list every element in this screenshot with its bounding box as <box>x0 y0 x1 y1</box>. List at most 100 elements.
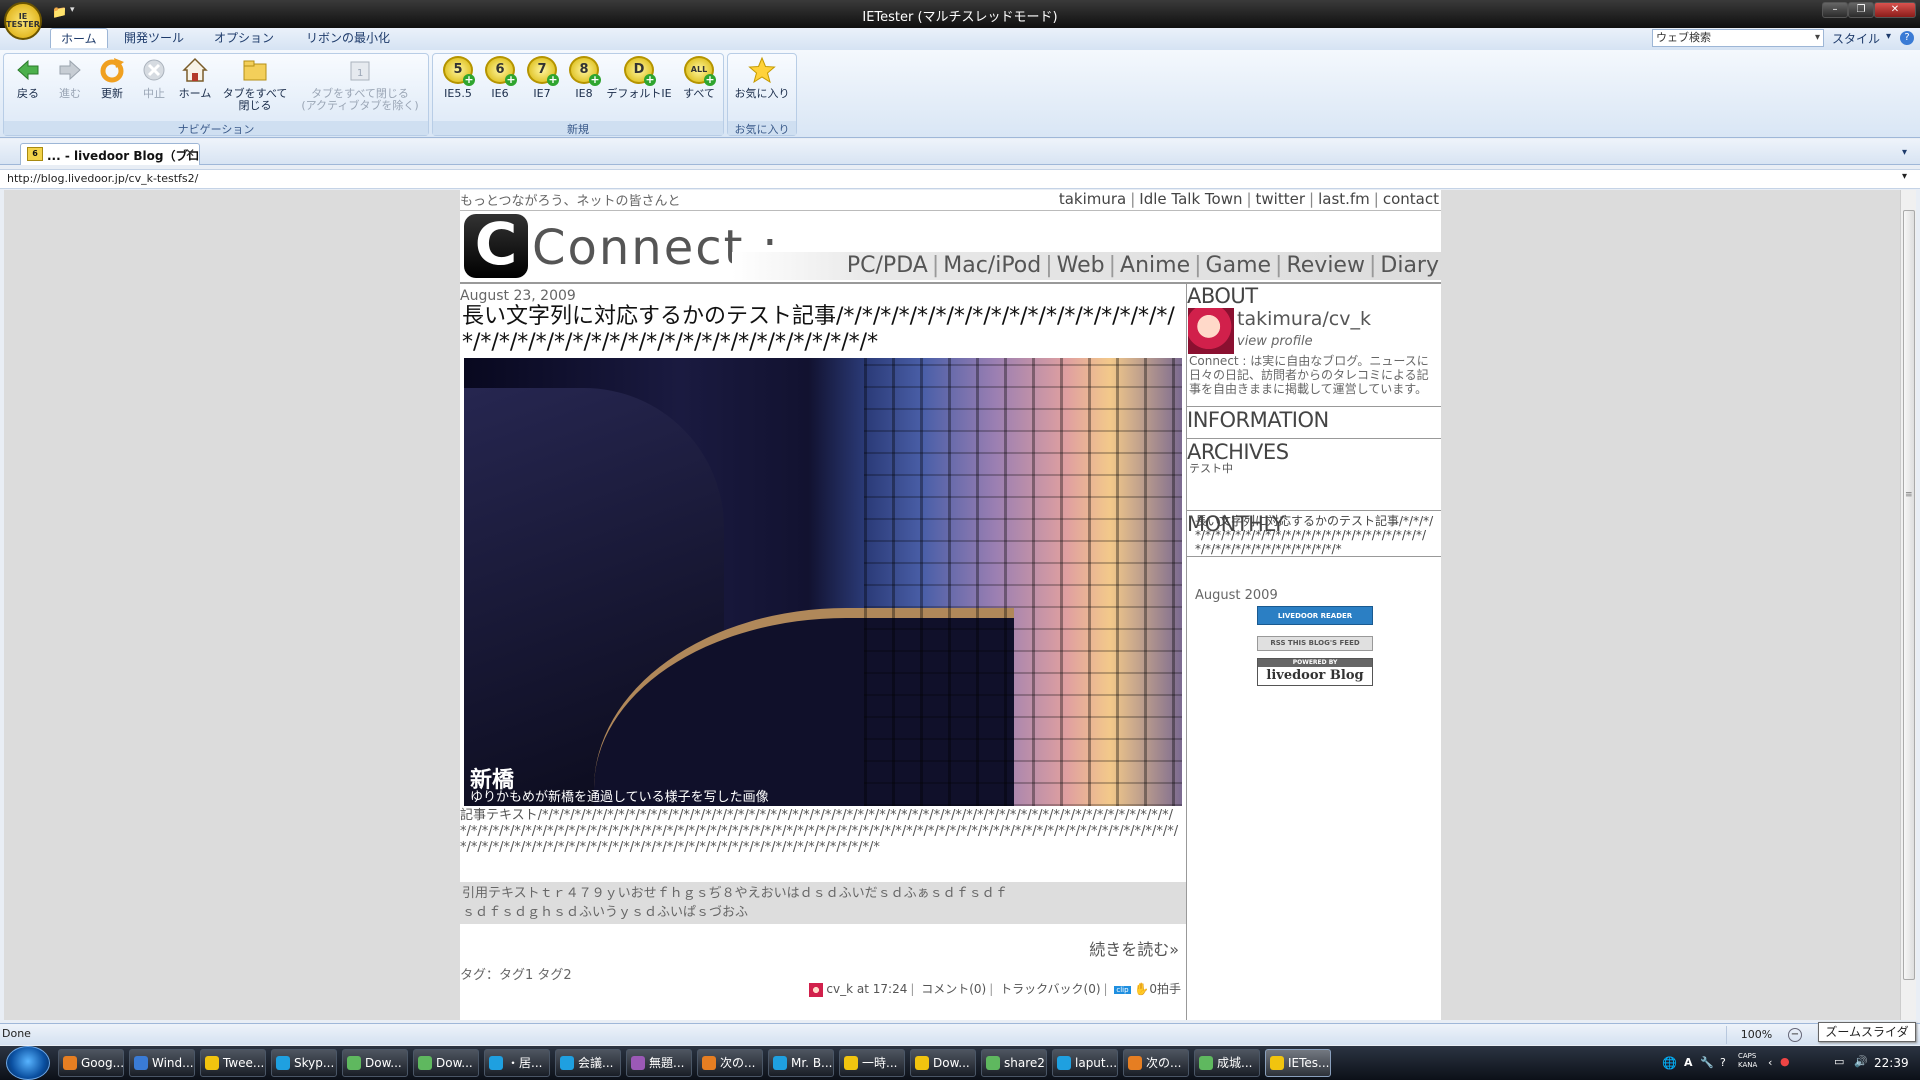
close-inactive-tabs-button[interactable]: 1 タブをすべて閉じる (アクティブタブを除く) <box>294 56 426 112</box>
blog-logo-icon[interactable]: C <box>464 214 528 278</box>
zoom-level[interactable]: 100% <box>1726 1026 1786 1044</box>
favorites-button[interactable]: お気に入り <box>730 56 794 100</box>
post-body: 記事テキスト/*/*/*/*/*/*/*/*/*/*/*/*/*/*/*/*/*… <box>460 808 1179 855</box>
category-anime[interactable]: Anime <box>1120 253 1190 278</box>
stop-button[interactable]: 中止 <box>136 56 172 100</box>
post-title[interactable]: 長い文字列に対応するかのテスト記事/*/*/*/*/*/*/*/*/*/*/*/… <box>462 304 1182 356</box>
tray-expand-icon[interactable]: ‹ <box>1768 1056 1772 1069</box>
scrollbar-thumb[interactable] <box>1903 210 1915 980</box>
taskbar-item[interactable]: Dow... <box>413 1049 479 1077</box>
clip-button[interactable]: clip <box>1114 985 1131 994</box>
volume-icon[interactable]: 🔊 <box>1854 1055 1868 1068</box>
qat-dropdown-icon[interactable]: ▾ <box>70 5 88 21</box>
document-tab[interactable]: 6 ... - livedoor Blog（ブロ... ✕ <box>20 143 200 165</box>
style-menu[interactable]: スタイル <box>1832 30 1880 47</box>
new-ie6-button[interactable]: 6IE6 <box>482 56 518 100</box>
taskbar-item[interactable]: Dow... <box>342 1049 408 1077</box>
taskbar-item[interactable]: ・居... <box>484 1049 550 1077</box>
forward-button[interactable]: 進む <box>52 56 88 100</box>
close-window-button[interactable]: ✕ <box>1874 2 1916 18</box>
read-more-link[interactable]: 続きを読む» <box>1089 936 1179 960</box>
taskbar-item[interactable]: Wind... <box>129 1049 195 1077</box>
close-all-tabs-button[interactable]: タブをすべて 閉じる <box>218 56 292 112</box>
tab-list-dropdown-icon[interactable]: ▾ <box>1902 147 1907 158</box>
post-image[interactable]: 新橋 ゆりかもめが新橋を通過している様子を写した画像 <box>464 358 1182 806</box>
new-ie7-button[interactable]: 7IE7 <box>524 56 560 100</box>
maximize-button[interactable]: ❐ <box>1848 2 1874 18</box>
taskbar-item[interactable]: 成城... <box>1194 1049 1260 1077</box>
taskbar-item[interactable]: 無題... <box>626 1049 692 1077</box>
zoom-out-icon[interactable]: − <box>1788 1028 1802 1042</box>
new-default-ie-button[interactable]: DデフォルトIE <box>604 56 674 100</box>
taskbar-item[interactable]: IETes... <box>1265 1049 1331 1077</box>
top-link-twitter[interactable]: twitter <box>1256 190 1305 208</box>
style-dropdown-icon[interactable]: ▾ <box>1886 31 1891 42</box>
ime-tool-icon[interactable]: 🔧 <box>1700 1056 1714 1069</box>
rss-feed-badge[interactable]: RSS THIS BLOG'S FEED <box>1257 636 1373 651</box>
category-pc-pda[interactable]: PC/PDA <box>847 253 928 278</box>
top-link-contact[interactable]: contact <box>1383 190 1439 208</box>
tab-dev-tools[interactable]: 開発ツール <box>114 28 194 48</box>
app-menu-button[interactable]: IE TESTER <box>4 2 42 40</box>
start-button[interactable] <box>6 1046 50 1080</box>
favorites-label: お気に入り <box>734 87 790 100</box>
vertical-scrollbar[interactable]: ≡ <box>1900 190 1916 1020</box>
taskbar-item[interactable]: share2 <box>981 1049 1047 1077</box>
taskbar-item[interactable]: 会議... <box>555 1049 621 1077</box>
close-tab-icon[interactable]: ✕ <box>185 146 195 160</box>
category-game[interactable]: Game <box>1206 253 1272 278</box>
back-button[interactable]: 戻る <box>10 56 46 100</box>
new-ie8-button[interactable]: 8IE8 <box>566 56 602 100</box>
tray-network-icon[interactable]: 🌐 <box>1662 1056 1677 1070</box>
tray-security-icon[interactable]: ● <box>1780 1055 1790 1068</box>
tray-network-status-icon[interactable]: ▭ <box>1834 1055 1844 1068</box>
ime-a-icon[interactable]: A <box>1684 1056 1693 1069</box>
tab-minimize-ribbon[interactable]: リボンの最小化 <box>296 28 400 48</box>
new-all-button[interactable]: ALLすべて <box>678 56 720 100</box>
post-tags[interactable]: タグ：タグ1 タグ2 <box>460 964 572 983</box>
refresh-button[interactable]: 更新 <box>94 56 130 100</box>
new-ie55-button[interactable]: 5IE5.5 <box>440 56 476 100</box>
taskbar-item[interactable]: Twee... <box>200 1049 266 1077</box>
address-dropdown-icon[interactable]: ▾ <box>1902 171 1907 182</box>
taskbar-item[interactable]: 次の... <box>697 1049 763 1077</box>
star-icon <box>748 56 776 84</box>
top-link-takimura[interactable]: takimura <box>1059 190 1126 208</box>
taskbar-item[interactable]: Mr. B... <box>768 1049 834 1077</box>
category-diary[interactable]: Diary <box>1380 253 1439 278</box>
trackbacks-link[interactable]: トラックバック(0) <box>1000 982 1100 996</box>
tab-home[interactable]: ホーム <box>50 28 108 48</box>
top-link-lastfm[interactable]: last.fm <box>1318 190 1370 208</box>
ime-help-icon[interactable]: ? <box>1720 1056 1726 1069</box>
category-review[interactable]: Review <box>1286 253 1365 278</box>
minimize-button[interactable]: – <box>1822 2 1848 18</box>
title-bar: IETester (マルチスレッドモード) <box>0 0 1920 28</box>
author-avatar-icon <box>808 982 823 997</box>
folder-icon[interactable]: 📁 <box>52 5 70 21</box>
address-bar[interactable]: http://blog.livedoor.jp/cv_k-testfs2/ <box>0 169 1920 189</box>
taskbar-item[interactable]: 一時... <box>839 1049 905 1077</box>
sidebar: ABOUT takimura/cv_k view profile Connect… <box>1186 284 1441 1020</box>
web-search-input[interactable]: ウェブ検索 <box>1652 29 1824 47</box>
author-link[interactable]: cv_k <box>826 982 853 996</box>
home-button[interactable]: ホーム <box>174 56 216 100</box>
taskbar-item[interactable]: laput... <box>1052 1049 1118 1077</box>
taskbar-item[interactable]: Skyp... <box>271 1049 337 1077</box>
taskbar-item[interactable]: Goog... <box>58 1049 124 1077</box>
view-profile-link[interactable]: view profile <box>1237 334 1313 349</box>
clock[interactable]: 22:39 <box>1874 1056 1909 1070</box>
top-link-idle-talk-town[interactable]: Idle Talk Town <box>1139 190 1242 208</box>
tab-options[interactable]: オプション <box>204 28 284 48</box>
powered-by-livedoor-badge[interactable]: POWERED BY livedoor Blog <box>1257 658 1373 686</box>
taskbar-item[interactable]: Dow... <box>910 1049 976 1077</box>
category-web[interactable]: Web <box>1057 253 1105 278</box>
category-mac-ipod[interactable]: Mac/iPod <box>943 253 1041 278</box>
taskbar-item[interactable]: 次の... <box>1123 1049 1189 1077</box>
help-icon[interactable]: ? <box>1900 31 1914 45</box>
taskbar-item-label: Twee... <box>223 1056 265 1070</box>
profile-avatar[interactable] <box>1188 308 1234 354</box>
monthly-item[interactable]: August 2009 <box>1195 588 1278 603</box>
comments-link[interactable]: コメント(0) <box>921 982 986 996</box>
livedoor-reader-badge[interactable]: LIVEDOOR READER <box>1257 606 1373 625</box>
clap-link[interactable]: 0拍手 <box>1149 982 1181 996</box>
